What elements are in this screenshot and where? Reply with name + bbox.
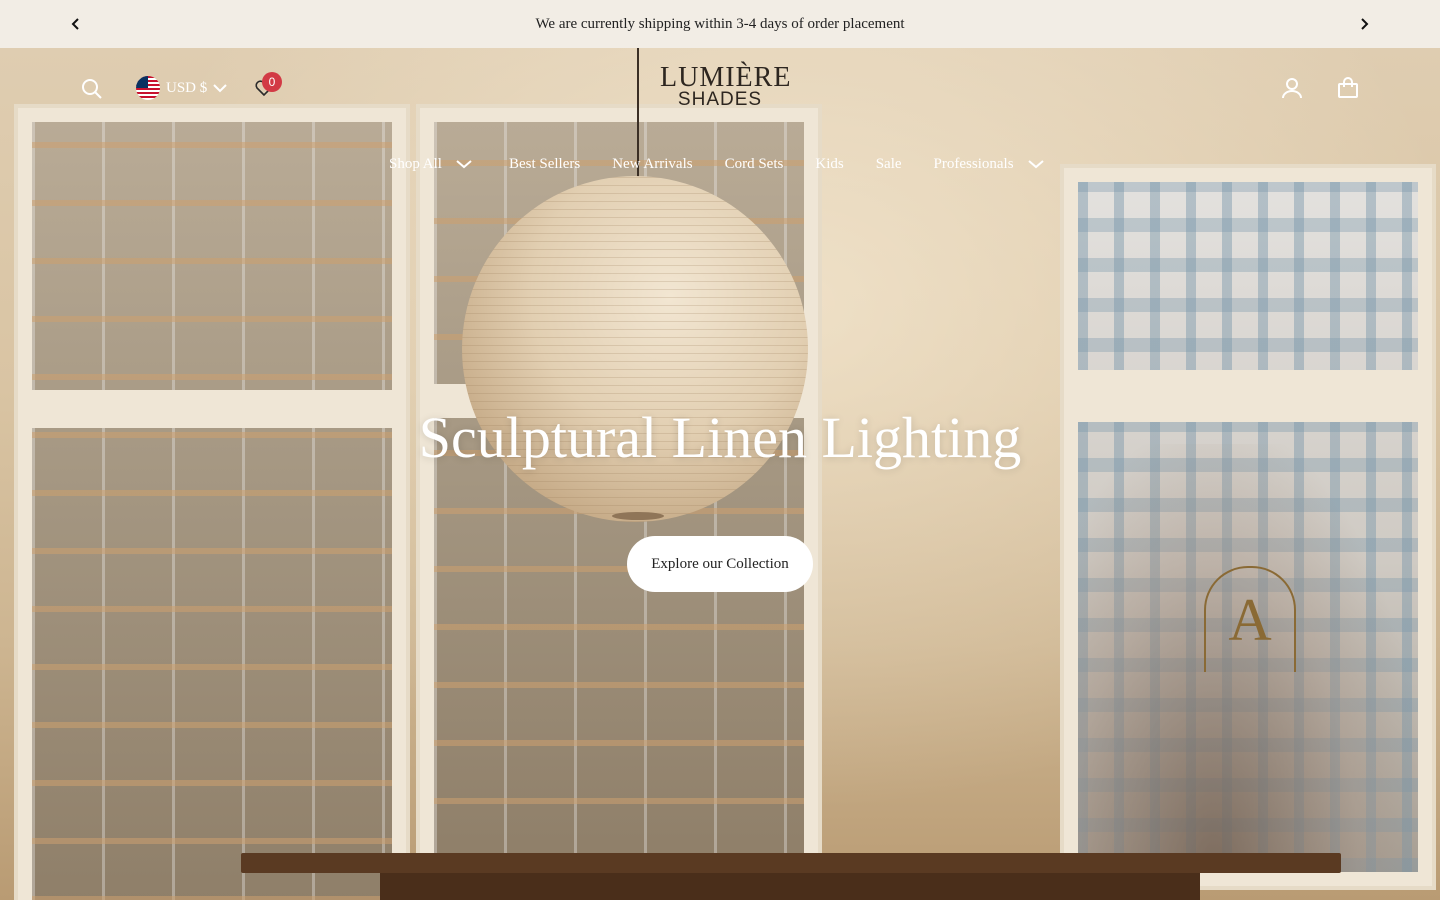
wishlist-count-badge: 0 <box>262 72 282 92</box>
us-flag-icon <box>136 76 160 100</box>
chevron-down-icon <box>213 84 227 93</box>
currency-label: USD $ <box>166 79 208 96</box>
account-button[interactable] <box>1280 76 1304 104</box>
nav-cord-sets-label: Cord Sets <box>724 155 784 172</box>
nav-shop-all-label: Shop All <box>389 155 442 172</box>
chevron-down-icon <box>456 159 472 169</box>
nav-professionals-label: Professionals <box>933 155 1014 172</box>
search-button[interactable] <box>80 76 104 102</box>
announcement-next-button[interactable] <box>1352 12 1376 36</box>
nav-new-arrivals-label: New Arrivals <box>612 155 693 172</box>
hero-window-right <box>1064 168 1432 886</box>
cart-button[interactable] <box>1336 76 1360 104</box>
nav-sale[interactable]: Sale <box>876 156 902 173</box>
dining-table <box>241 853 1341 873</box>
window-monogram-decal: A <box>1204 566 1296 672</box>
search-icon <box>80 77 104 101</box>
logo-line-2: SHADES <box>677 89 763 110</box>
announcement-bar: We are currently shipping within 3-4 day… <box>0 0 1440 48</box>
nav-best-sellers-label: Best Sellers <box>508 155 581 172</box>
nav-kids[interactable]: Kids <box>815 156 843 173</box>
explore-collection-button[interactable]: Explore our Collection <box>627 536 813 592</box>
nav-sale-label: Sale <box>875 155 902 172</box>
currency-selector[interactable]: USD $ <box>136 76 227 100</box>
nav-cord-sets[interactable]: Cord Sets <box>725 156 784 173</box>
chevron-left-icon <box>71 18 79 30</box>
user-icon <box>1280 76 1304 100</box>
shopping-bag-icon <box>1336 76 1360 100</box>
main-navigation: Shop All Best Sellers New Arrivals Cord … <box>389 152 1044 176</box>
announcement-prev-button[interactable] <box>64 12 88 36</box>
chevron-down-icon <box>1027 159 1044 169</box>
hero-title: Sculptural Linen Lighting <box>418 405 1022 470</box>
logo-line-1: LUMIÈRE <box>660 62 792 93</box>
nav-professionals[interactable]: Professionals <box>934 156 1044 173</box>
nav-shop-all[interactable]: Shop All <box>389 156 472 173</box>
nav-best-sellers[interactable]: Best Sellers <box>509 156 580 173</box>
nav-kids-label: Kids <box>815 155 844 172</box>
hero-window-left <box>18 108 406 900</box>
chevron-right-icon <box>1361 18 1369 30</box>
nav-new-arrivals[interactable]: New Arrivals <box>612 156 692 173</box>
site-logo[interactable]: LUMIÈRE SHADES <box>660 62 792 110</box>
announcement-text: We are currently shipping within 3-4 day… <box>535 15 905 32</box>
